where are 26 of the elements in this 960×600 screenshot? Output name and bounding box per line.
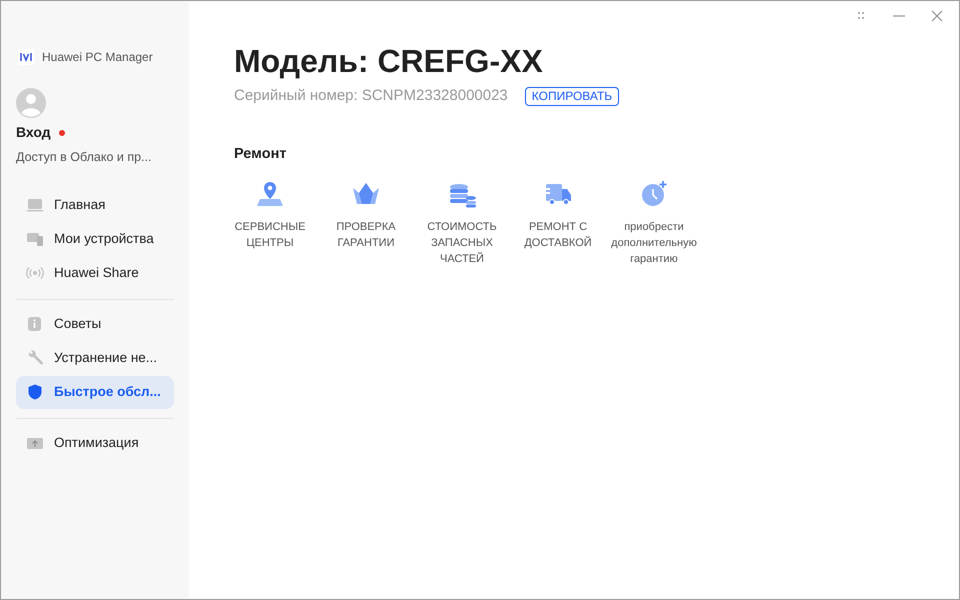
info-icon <box>26 315 44 334</box>
repair-option[interactable]: РЕМОНТ С ДОСТАВКОЙ <box>524 219 592 252</box>
devices-icon <box>26 230 44 248</box>
app-title: Huawei PC Manager <box>42 49 153 66</box>
repair-option[interactable]: ПРОВЕРКА ГАРАНТИИ <box>336 219 396 252</box>
login-link[interactable]: Вход <box>16 122 51 143</box>
repair-option[interactable]: приобрести дополнительную гарантию <box>611 219 697 268</box>
copy-button[interactable]: КОПИРОВАТЬ <box>524 86 620 106</box>
shield-icon <box>26 383 44 402</box>
sidebar-item[interactable]: Оптимизация <box>16 426 174 460</box>
repair-option[interactable]: СТОИМОСТЬ ЗАПАСНЫХ ЧАСТЕЙ <box>427 219 497 268</box>
laptop-icon <box>26 196 44 214</box>
sidebar-item[interactable]: Устранение не... <box>16 342 174 375</box>
sidebar-item[interactable]: Мои устройства <box>16 222 174 256</box>
model-title: Модель: CREFG-XX <box>234 42 544 81</box>
avatar-icon[interactable] <box>16 88 46 118</box>
repair-option[interactable]: СЕРВИСНЫЕ ЦЕНТРЫ <box>234 219 306 252</box>
sidebar-item[interactable]: Советы <box>16 308 174 341</box>
sidebar-item[interactable]: Главная <box>16 188 174 222</box>
serial-number: Серийный номер: SCNPM23328000023 <box>234 86 508 106</box>
app-logo-icon <box>18 49 34 65</box>
sidebar-item[interactable]: Быстрое обсл... <box>16 376 174 409</box>
section-title: Ремонт <box>234 144 288 164</box>
wrench-icon <box>26 349 44 368</box>
account-subtitle: Доступ в Облако и пр... <box>16 149 152 166</box>
sidebar-item[interactable]: Huawei Share <box>16 256 174 290</box>
